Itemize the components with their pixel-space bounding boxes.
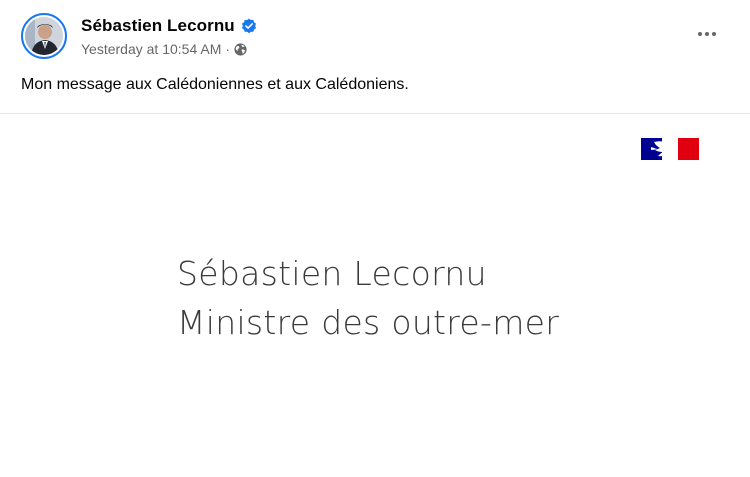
post-message: Mon message aux Calédoniennes et aux Cal… <box>21 76 409 93</box>
author-name[interactable]: Sébastien Lecornu <box>81 16 235 36</box>
facebook-post: Sébastien Lecornu Yesterday at 10:54 AM … <box>0 0 750 477</box>
avatar-image <box>25 17 63 55</box>
more-options-button[interactable] <box>693 22 721 46</box>
more-options-dot <box>705 32 709 36</box>
meta-separator: · <box>225 41 231 57</box>
verified-badge-icon <box>241 18 256 34</box>
avatar-portrait-icon <box>25 17 63 55</box>
video-title-role: Ministre des outre-mer <box>177 303 560 342</box>
post-meta: Sébastien Lecornu Yesterday at 10:54 AM … <box>81 15 257 57</box>
post-header: Sébastien Lecornu Yesterday at 10:54 AM … <box>21 13 257 59</box>
more-options-dot <box>698 32 702 36</box>
globe-icon[interactable] <box>234 42 247 56</box>
author-avatar[interactable] <box>21 13 67 59</box>
marianne-flag-logo <box>641 138 699 160</box>
timestamp-row: Yesterday at 10:54 AM · <box>81 41 257 57</box>
video-title-name: Sébastien Lecornu <box>177 254 487 293</box>
video-player[interactable]: Sébastien Lecornu Ministre des outre-mer <box>0 114 750 477</box>
author-row: Sébastien Lecornu <box>81 15 257 37</box>
post-timestamp[interactable]: Yesterday at 10:54 AM <box>81 41 221 57</box>
more-options-dot <box>712 32 716 36</box>
